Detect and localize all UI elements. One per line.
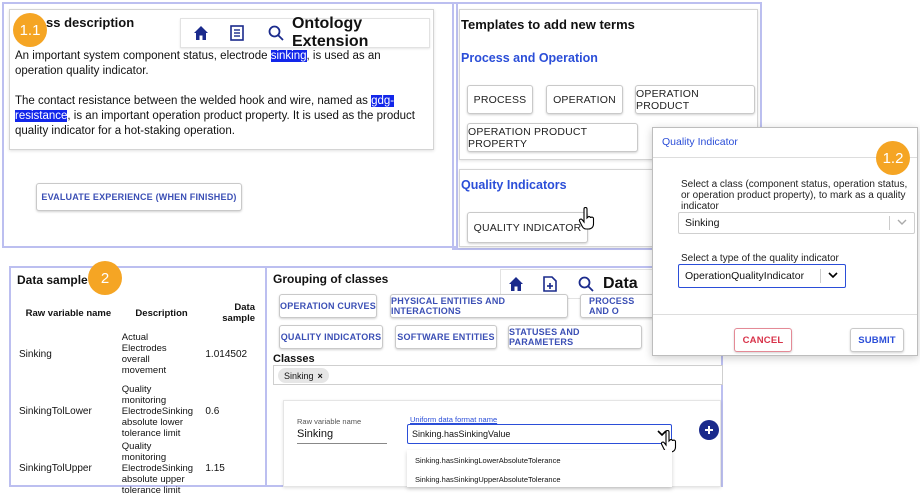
- plus-icon: [705, 426, 713, 434]
- uniform-format-value: Sinking.hasSinkingValue: [412, 429, 511, 439]
- uniform-format-label: Uniform data format name: [410, 415, 498, 424]
- grouping-title: Grouping of classes: [273, 272, 389, 286]
- chevron-down-icon: [897, 217, 907, 229]
- add-mapping-button[interactable]: [699, 420, 719, 440]
- table-row: SinkingTolLower Quality monitoring Elect…: [19, 383, 220, 439]
- classes-label: Classes: [273, 353, 315, 365]
- process-description-title: ss description: [46, 15, 135, 30]
- paragraph-2: The contact resistance between the welde…: [15, 95, 415, 137]
- badge-2: 2: [88, 261, 122, 295]
- group-process-and-operation[interactable]: PROCESS AND O: [580, 294, 655, 318]
- paragraph-1: An important system component status, el…: [15, 50, 381, 77]
- class-select-label: Select a class (component status, operat…: [681, 179, 908, 212]
- home-icon[interactable]: [507, 275, 525, 293]
- highlight-resistance[interactable]: resistance: [15, 110, 68, 122]
- select-divider: [889, 216, 890, 230]
- header-raw-variable: Raw variable name: [25, 307, 112, 319]
- badge-1-1: 1.1: [13, 13, 47, 47]
- operation-button[interactable]: OPERATION: [546, 85, 623, 114]
- table-header: Raw variable name Description Data sampl…: [17, 300, 257, 326]
- group-physical-entities[interactable]: PHYSICAL ENTITIES AND INTERACTIONS: [390, 294, 568, 318]
- header-data-sample: Data sample: [222, 302, 255, 324]
- uniform-format-select[interactable]: Sinking.hasSinkingValue: [407, 424, 672, 444]
- highlight-gdg[interactable]: gdg-: [371, 95, 395, 107]
- dropdown-option[interactable]: Sinking.hasSinkingUpperAbsoluteTolerance: [415, 475, 561, 484]
- home-icon[interactable]: [193, 24, 209, 42]
- class-select[interactable]: Sinking: [678, 212, 915, 234]
- ontology-toolbar: Ontology Extension: [180, 15, 430, 50]
- highlight-sinking[interactable]: sinking: [270, 50, 307, 62]
- dropdown-option[interactable]: Sinking.hasSinkingLowerAbsoluteTolerance: [415, 456, 561, 465]
- dropdown-options: Sinking.hasSinkingLowerAbsoluteTolerance…: [407, 450, 672, 487]
- dialog-title: Quality Indicator: [662, 136, 738, 148]
- evaluate-experience-button[interactable]: EVALUATE EXPERIENCE (WHEN FINISHED): [36, 183, 242, 211]
- chevron-down-icon: [828, 270, 838, 282]
- document-list-icon[interactable]: [229, 24, 245, 42]
- quality-indicator-button[interactable]: QUALITY INDICATOR: [467, 212, 588, 243]
- add-file-icon[interactable]: [541, 275, 559, 293]
- type-select-label: Select a type of the quality indicator: [681, 253, 839, 264]
- table-row: Sinking Actual Electrodes overall moveme…: [19, 332, 248, 376]
- raw-variable-label: Raw variable name: [297, 417, 362, 426]
- hand-cursor-icon: [578, 207, 596, 231]
- class-chip[interactable]: Sinking ×: [278, 368, 329, 383]
- group-quality-indicators[interactable]: QUALITY INDICATORS: [279, 325, 383, 349]
- group-operation-curves[interactable]: OPERATION CURVES: [279, 294, 377, 318]
- select-divider: [820, 269, 821, 283]
- dialog-divider-bottom: [653, 314, 917, 315]
- group-statuses-parameters[interactable]: STATUSES AND PARAMETERS: [508, 325, 642, 349]
- templates-title: Templates to add new terms: [461, 17, 635, 32]
- close-icon[interactable]: ×: [318, 371, 323, 381]
- search-icon[interactable]: [268, 24, 284, 42]
- operation-product-button[interactable]: OPERATION PRODUCT: [635, 85, 755, 114]
- group-software-entities[interactable]: SOFTWARE ENTITIES: [395, 325, 497, 349]
- ontology-toolbar-title: Ontology Extension: [291, 15, 369, 50]
- classes-field: [273, 365, 723, 385]
- submit-button[interactable]: SUBMIT: [850, 328, 904, 352]
- header-description: Description: [135, 307, 188, 319]
- process-description-text: An important system component status, el…: [15, 49, 430, 139]
- cancel-button[interactable]: CANCEL: [734, 328, 792, 352]
- quality-indicators-heading: Quality Indicators: [461, 178, 567, 192]
- process-button[interactable]: PROCESS: [467, 85, 533, 114]
- badge-1-2: 1.2: [876, 141, 910, 175]
- data-sample-title: Data sample: [17, 273, 88, 287]
- data-toolbar-title: Data: [603, 275, 638, 292]
- table-row: SinkingTolUpper Quality monitoring Elect…: [19, 440, 225, 496]
- search-icon[interactable]: [577, 275, 595, 293]
- operation-product-property-button[interactable]: OPERATION PRODUCT PROPERTY: [467, 123, 638, 152]
- class-select-value: Sinking: [685, 217, 720, 229]
- type-select[interactable]: OperationQualityIndicator: [678, 264, 846, 288]
- type-select-value: OperationQualityIndicator: [685, 270, 805, 282]
- data-sample-table: Raw variable name Description Data sampl…: [17, 300, 257, 496]
- process-operation-heading: Process and Operation: [461, 51, 598, 65]
- raw-variable-field[interactable]: Sinking: [297, 428, 387, 444]
